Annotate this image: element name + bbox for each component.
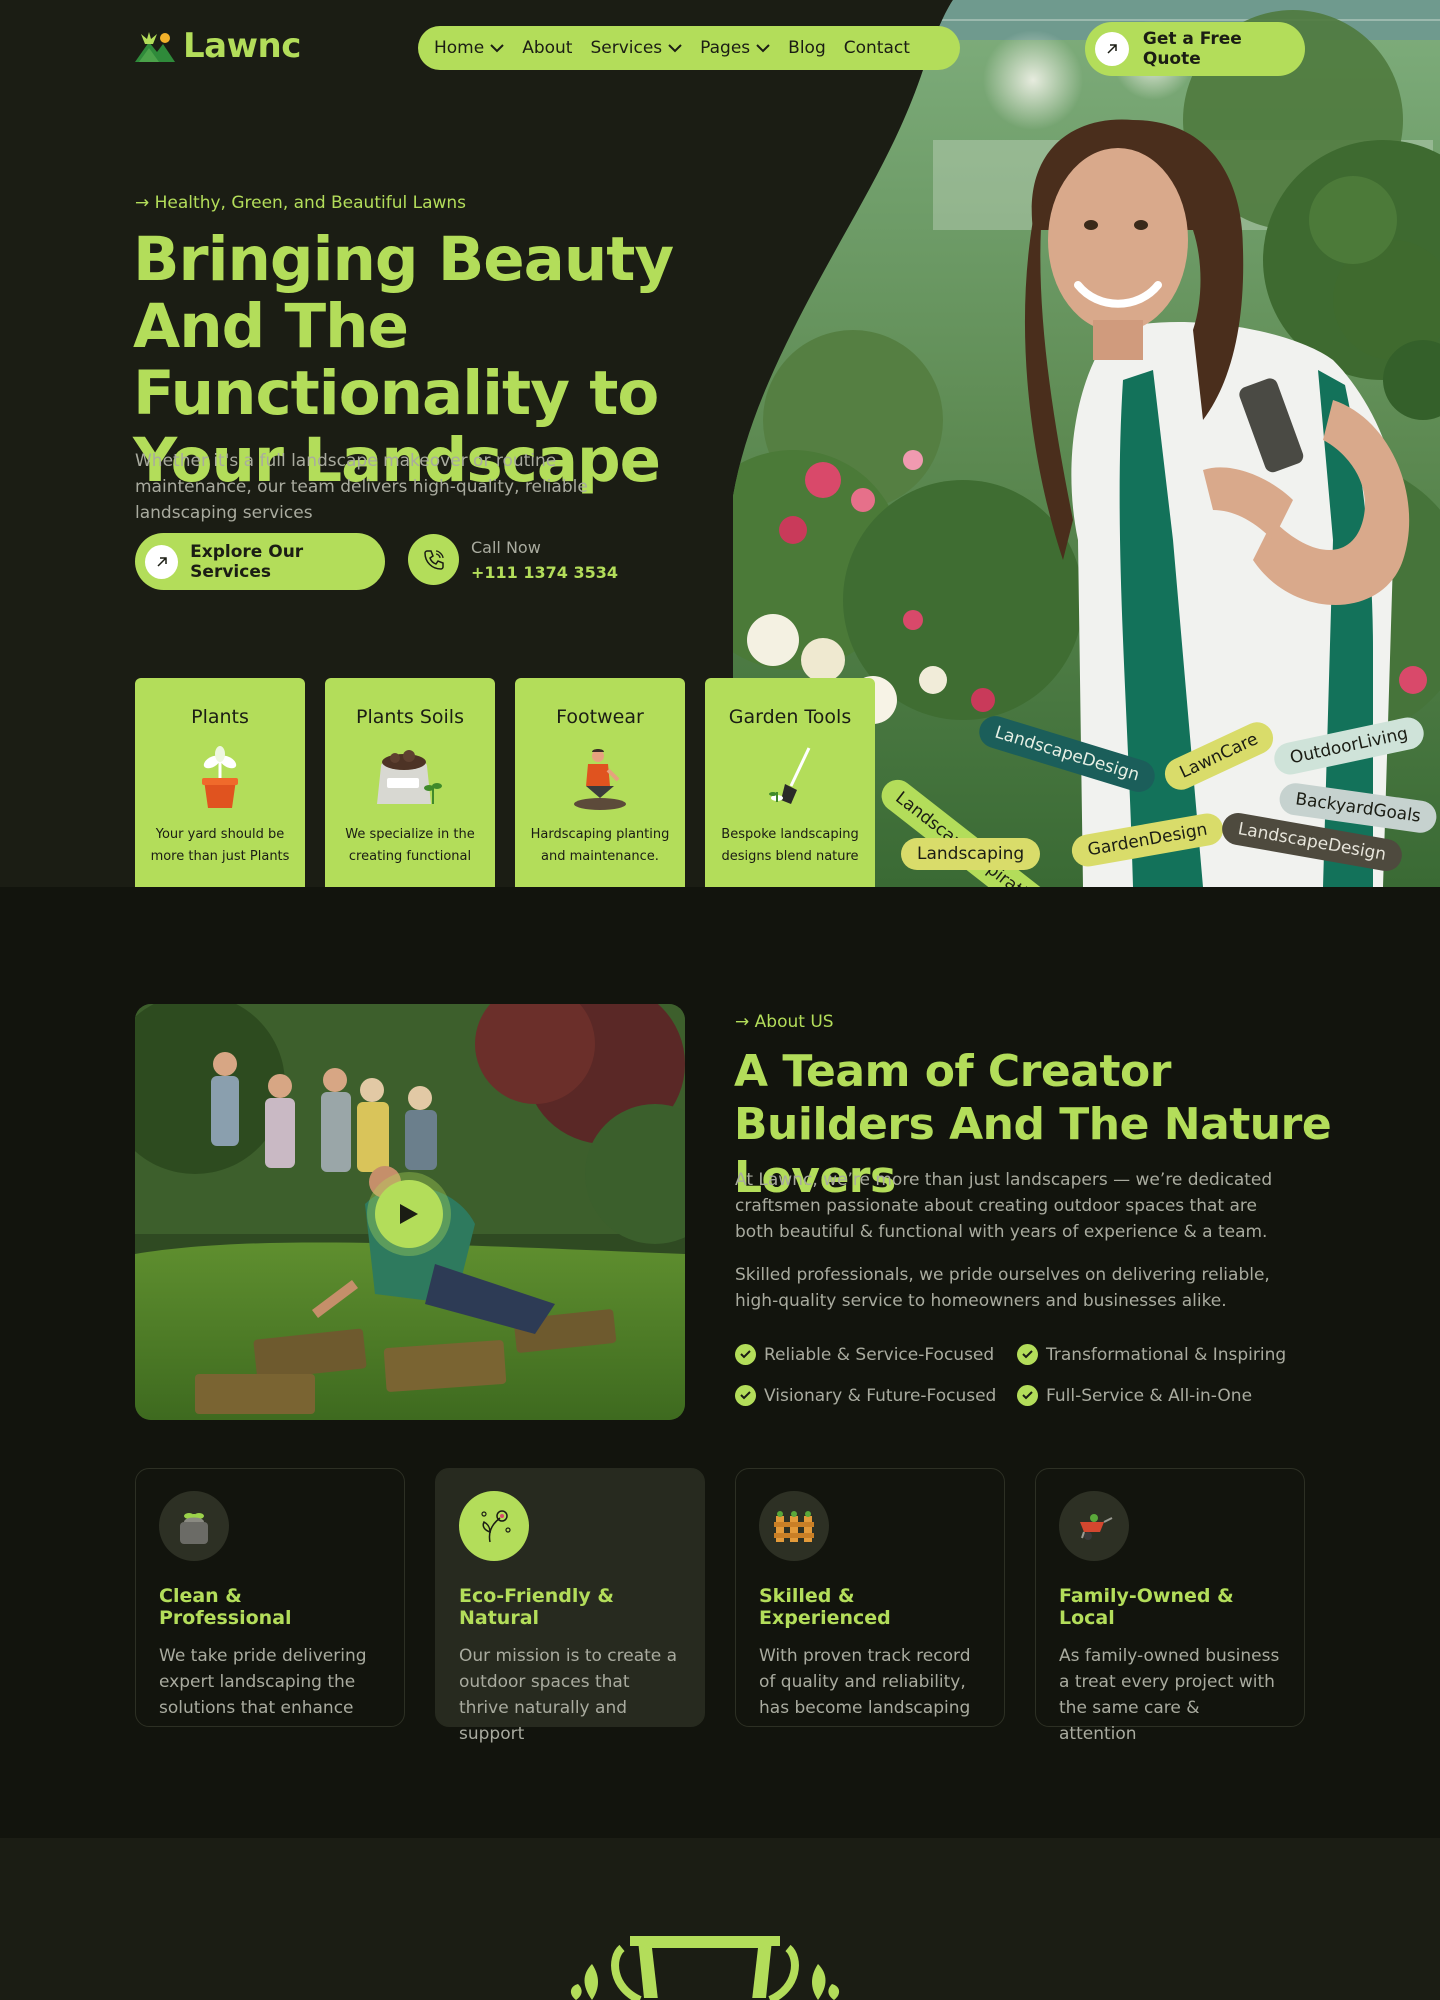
feature-cards: Clean & Professional We take pride deliv…: [135, 1468, 1305, 1744]
shovel-icon: [705, 742, 875, 814]
feature-description: With proven track record of quality and …: [759, 1646, 971, 1718]
check-icon: [735, 1344, 756, 1365]
call-label: Call Now: [471, 537, 541, 557]
hero-section: LandscapeDesign LawnCare OutdoorLiving L…: [0, 0, 1440, 887]
nav-item-home[interactable]: Home: [434, 38, 513, 58]
feature-title: Family-Owned & Local: [1059, 1585, 1234, 1629]
phone-icon[interactable]: [408, 534, 459, 585]
category-description: We specialize in the creating functional: [345, 827, 475, 864]
gardener-icon: [515, 742, 685, 814]
feature-card-family-owned[interactable]: Family-Owned & Local As family-owned bus…: [1035, 1468, 1305, 1744]
nav-label: Home: [434, 38, 485, 58]
call-number[interactable]: +111 1374 3534: [471, 563, 618, 582]
awards-section: [0, 1838, 1440, 2000]
hero-description: Whether it's a full landscape makeover o…: [135, 451, 588, 523]
feature-title: Skilled & Experienced: [759, 1585, 891, 1629]
brand-logo[interactable]: Lawnc: [135, 26, 301, 66]
get-quote-button[interactable]: Get a Free Quote: [1085, 22, 1305, 76]
feature-description: We take pride delivering expert landscap…: [159, 1646, 367, 1718]
brand-name: Lawnc: [183, 26, 301, 66]
nav-label: About: [522, 38, 573, 58]
nav-item-services[interactable]: Services: [581, 38, 691, 58]
category-title: Plants: [191, 706, 249, 728]
get-quote-label: Get a Free Quote: [1142, 29, 1242, 69]
about-video-thumbnail[interactable]: [135, 1004, 685, 1420]
category-title: Plants Soils: [356, 706, 464, 728]
feature-title: Eco-Friendly & Natural: [459, 1585, 614, 1629]
trophy-icon: [570, 1936, 840, 2000]
nav-item-pages[interactable]: Pages: [691, 38, 779, 58]
chevron-down-icon: [668, 43, 682, 52]
explore-services-button[interactable]: Explore Our Services: [135, 533, 385, 590]
category-title: Garden Tools: [728, 706, 852, 728]
main-nav: Home About Services Pages Blog Contact: [418, 26, 960, 70]
logo-icon: [135, 32, 175, 62]
soil-bag-icon: [325, 742, 495, 814]
check-icon: [1017, 1385, 1038, 1406]
about-paragraph-1: At Lawnc, we’re more than just landscape…: [735, 1170, 1273, 1242]
nav-label: Blog: [788, 38, 826, 58]
feature-description: As family-owned business a treat every p…: [1059, 1646, 1280, 1744]
feature-description: Our mission is to create a outdoor space…: [459, 1646, 678, 1744]
wheelbarrow-icon: [1059, 1491, 1129, 1561]
checklist-item: Visionary & Future-Focused: [735, 1385, 1017, 1406]
play-video-button[interactable]: [375, 1180, 443, 1248]
arrow-up-right-icon: [1095, 32, 1129, 66]
potted-plant-icon: [135, 742, 305, 814]
category-cards: Plants Your yard should be more than jus…: [135, 678, 875, 887]
hashtag-landscaping[interactable]: Landscaping: [901, 838, 1041, 870]
feature-card-eco-friendly[interactable]: Eco-Friendly & Natural Our mission is to…: [435, 1468, 705, 1744]
checklist-label: Reliable & Service-Focused: [764, 1344, 995, 1365]
category-title: Footwear: [556, 706, 644, 728]
checklist-item: Full-Service & All-in-One: [1017, 1385, 1295, 1406]
feature-title: Clean & Professional: [159, 1585, 292, 1629]
feature-card-clean-professional[interactable]: Clean & Professional We take pride deliv…: [135, 1468, 405, 1727]
fence-icon: [759, 1491, 829, 1561]
checklist-label: Visionary & Future-Focused: [764, 1385, 997, 1406]
category-card-plants[interactable]: Plants Your yard should be more than jus…: [135, 678, 305, 887]
checklist-label: Full-Service & All-in-One: [1046, 1385, 1253, 1406]
about-paragraph-2: Skilled professionals, we pride ourselve…: [735, 1265, 1270, 1311]
nav-label: Pages: [700, 38, 751, 58]
about-eyebrow: → About US: [735, 1012, 834, 1032]
about-section: → About US A Team of Creator Builders An…: [0, 887, 1440, 1838]
nav-item-blog[interactable]: Blog: [779, 38, 835, 58]
arrow-up-right-icon: [145, 544, 179, 579]
checklist-item: Reliable & Service-Focused: [735, 1344, 1017, 1365]
nav-label: Services: [590, 38, 663, 58]
hero-eyebrow: → Healthy, Green, and Beautiful Lawns: [135, 193, 467, 213]
checklist-item: Transformational & Inspiring: [1017, 1344, 1295, 1365]
category-description: Hardscaping planting and maintenance.: [530, 827, 670, 864]
checklist-label: Transformational & Inspiring: [1046, 1344, 1287, 1365]
chevron-down-icon: [490, 43, 504, 52]
flower-icon: [459, 1491, 529, 1561]
nav-label: Contact: [843, 38, 910, 58]
nav-item-about[interactable]: About: [513, 38, 581, 58]
planter-icon: [159, 1491, 229, 1561]
play-icon: [400, 1204, 418, 1224]
category-card-footwear[interactable]: Footwear Hardscaping planting and mainte…: [515, 678, 685, 887]
explore-services-label: Explore Our Services: [190, 541, 304, 582]
about-checklist: Reliable & Service-Focused Transformatio…: [735, 1344, 1295, 1406]
check-icon: [1017, 1344, 1038, 1365]
category-card-plants-soils[interactable]: Plants Soils We specialize in the creati…: [325, 678, 495, 887]
feature-card-skilled-experienced[interactable]: Skilled & Experienced With proven track …: [735, 1468, 1005, 1727]
nav-item-contact[interactable]: Contact: [835, 38, 919, 58]
category-description: Bespoke landscaping designs blend nature: [721, 827, 859, 864]
check-icon: [735, 1385, 756, 1406]
category-card-garden-tools[interactable]: Garden Tools Bespoke landscaping designs…: [705, 678, 875, 887]
call-now: Call Now +111 1374 3534: [408, 534, 618, 585]
chevron-down-icon: [756, 43, 770, 52]
category-description: Your yard should be more than just Plant…: [150, 827, 290, 864]
